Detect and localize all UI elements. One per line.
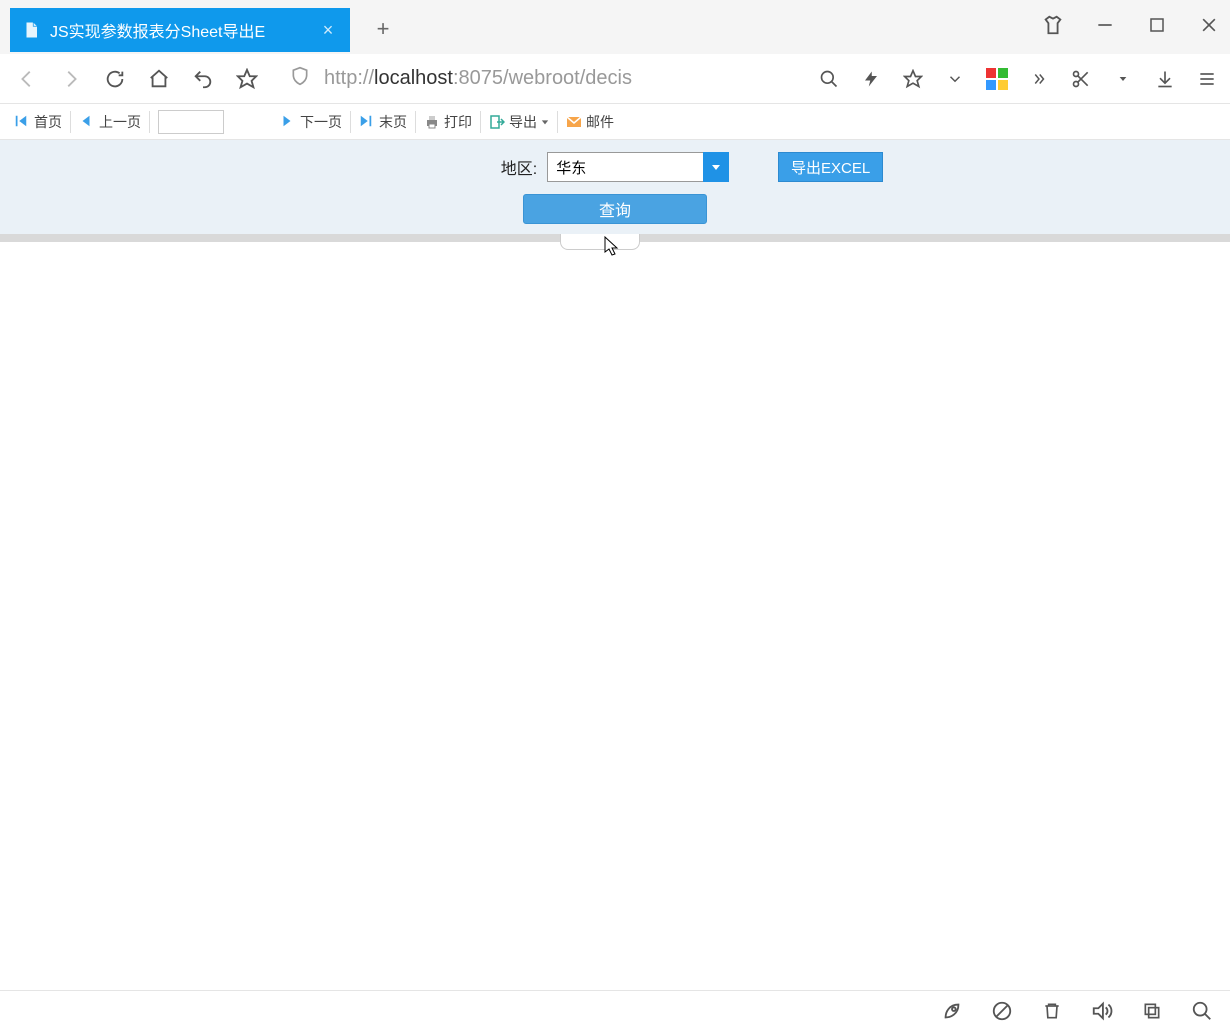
maximize-button[interactable]	[1142, 10, 1172, 40]
parameter-panel: 地区: 导出EXCEL 查询	[0, 140, 1230, 234]
file-icon	[22, 20, 40, 40]
tab-close-button[interactable]: ×	[318, 20, 338, 40]
address-bar: http://localhost:8075/webroot/decis	[0, 54, 1230, 104]
minimize-button[interactable]	[1090, 10, 1120, 40]
export-excel-button[interactable]: 导出EXCEL	[778, 152, 883, 182]
volume-icon[interactable]	[1088, 997, 1116, 1025]
scissors-dropdown-icon[interactable]	[1108, 64, 1138, 94]
next-page-icon	[280, 114, 296, 130]
download-icon[interactable]	[1150, 64, 1180, 94]
search-icon[interactable]	[1188, 997, 1216, 1025]
address-right-tools	[814, 64, 1222, 94]
browser-tab-bar: JS实现参数报表分Sheet导出E × +	[0, 0, 1230, 54]
region-label: 地区:	[501, 155, 537, 179]
url-host: localhost	[374, 67, 453, 89]
home-button[interactable]	[140, 60, 178, 98]
first-page-icon	[14, 114, 30, 130]
url-path: /webroot/decis	[503, 67, 632, 89]
copy-icon[interactable]	[1138, 997, 1166, 1025]
print-button[interactable]: 打印	[416, 111, 481, 133]
chevron-down-icon[interactable]	[940, 64, 970, 94]
more-chevrons-icon[interactable]	[1024, 64, 1054, 94]
new-tab-button[interactable]: +	[368, 14, 398, 44]
next-page-button[interactable]: 下一页	[272, 111, 351, 133]
close-window-button[interactable]	[1194, 10, 1224, 40]
combo-dropdown-button[interactable]	[703, 152, 729, 182]
nav-forward-button[interactable]	[52, 60, 90, 98]
panel-divider	[0, 234, 1230, 242]
print-label: 打印	[444, 112, 472, 132]
report-toolbar: 首页 上一页 下一页 末页 打印 导出 邮件	[0, 104, 1230, 140]
tab-title: JS实现参数报表分Sheet导出E	[50, 18, 318, 42]
query-button[interactable]: 查询	[523, 194, 707, 224]
undo-button[interactable]	[184, 60, 222, 98]
region-combobox[interactable]	[547, 152, 729, 182]
next-page-label: 下一页	[300, 112, 342, 132]
scissors-icon[interactable]	[1066, 64, 1096, 94]
nav-back-button[interactable]	[8, 60, 46, 98]
url-input[interactable]: http://localhost:8075/webroot/decis	[278, 60, 794, 98]
rocket-icon[interactable]	[938, 997, 966, 1025]
shield-icon	[290, 66, 312, 92]
last-page-button[interactable]: 末页	[351, 111, 416, 133]
collapse-handle[interactable]	[560, 234, 640, 250]
mail-button[interactable]: 邮件	[558, 111, 622, 133]
zoom-icon[interactable]	[814, 64, 844, 94]
url-scheme: http://	[324, 67, 374, 89]
browser-tab-active[interactable]: JS实现参数报表分Sheet导出E ×	[10, 8, 350, 52]
print-icon	[424, 114, 440, 130]
mail-label: 邮件	[586, 112, 614, 132]
prev-page-button[interactable]: 上一页	[71, 111, 150, 133]
first-page-button[interactable]: 首页	[6, 111, 71, 133]
prev-page-label: 上一页	[99, 112, 141, 132]
lightning-icon[interactable]	[856, 64, 886, 94]
reload-button[interactable]	[96, 60, 134, 98]
region-input[interactable]	[547, 152, 703, 182]
window-controls	[1038, 10, 1224, 40]
bookmark-star-button[interactable]	[228, 60, 266, 98]
mail-icon	[566, 114, 582, 130]
last-page-label: 末页	[379, 112, 407, 132]
export-icon	[489, 114, 505, 130]
chevron-down-icon	[541, 118, 549, 126]
menu-icon[interactable]	[1192, 64, 1222, 94]
trash-icon[interactable]	[1038, 997, 1066, 1025]
url-text: http://localhost:8075/webroot/decis	[324, 67, 632, 90]
block-icon[interactable]	[988, 997, 1016, 1025]
status-bar	[0, 990, 1230, 1030]
favorite-star-icon[interactable]	[898, 64, 928, 94]
prev-page-icon	[79, 114, 95, 130]
apps-grid-icon[interactable]	[982, 64, 1012, 94]
first-page-label: 首页	[34, 112, 62, 132]
export-dropdown-button[interactable]: 导出	[481, 111, 558, 133]
url-port: :8075	[453, 67, 503, 89]
last-page-icon	[359, 114, 375, 130]
page-number-input[interactable]	[158, 110, 224, 134]
shirt-icon[interactable]	[1038, 10, 1068, 40]
export-label: 导出	[509, 112, 537, 132]
